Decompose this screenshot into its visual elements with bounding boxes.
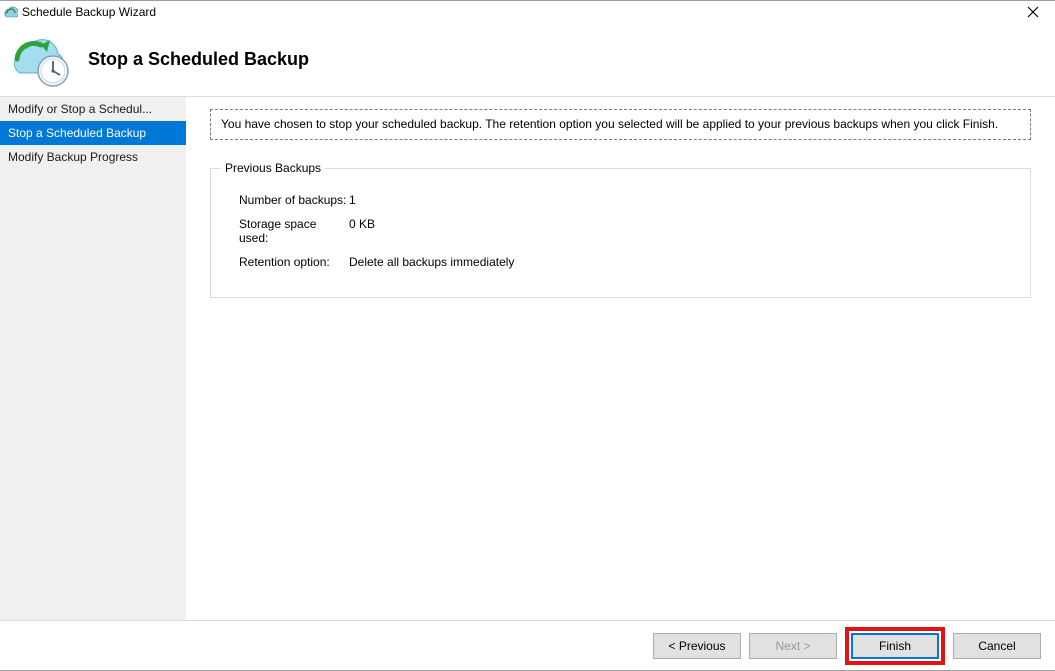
previous-button[interactable]: < Previous xyxy=(653,633,741,659)
row-storage-space: Storage space used: 0 KB xyxy=(239,217,1010,245)
wizard-content: You have chosen to stop your scheduled b… xyxy=(186,97,1055,620)
finish-highlight: Finish xyxy=(845,627,945,665)
wizard-body: Modify or Stop a Schedul... Stop a Sched… xyxy=(0,97,1055,620)
intro-text: You have chosen to stop your scheduled b… xyxy=(210,109,1031,140)
header-icon xyxy=(2,31,82,89)
sidebar-step-modify-progress[interactable]: Modify Backup Progress xyxy=(0,145,186,169)
sidebar-step-stop-scheduled[interactable]: Stop a Scheduled Backup xyxy=(0,121,186,145)
label-retention-option: Retention option: xyxy=(239,255,349,269)
label-number-of-backups: Number of backups: xyxy=(239,193,349,207)
row-number-of-backups: Number of backups: 1 xyxy=(239,193,1010,207)
label-storage-space: Storage space used: xyxy=(239,217,349,245)
sidebar-step-modify-or-stop[interactable]: Modify or Stop a Schedul... xyxy=(0,97,186,121)
finish-button[interactable]: Finish xyxy=(851,633,939,659)
wizard-header: Stop a Scheduled Backup xyxy=(0,23,1055,97)
next-button: Next > xyxy=(749,633,837,659)
row-retention-option: Retention option: Delete all backups imm… xyxy=(239,255,1010,269)
previous-backups-group: Previous Backups Number of backups: 1 St… xyxy=(210,168,1031,298)
group-legend: Previous Backups xyxy=(221,161,325,175)
window-title: Schedule Backup Wizard xyxy=(22,5,1013,19)
value-number-of-backups: 1 xyxy=(349,193,356,207)
wizard-steps-sidebar: Modify or Stop a Schedul... Stop a Sched… xyxy=(0,97,186,620)
cancel-button[interactable]: Cancel xyxy=(953,633,1041,659)
close-button[interactable] xyxy=(1013,2,1053,22)
page-title: Stop a Scheduled Backup xyxy=(82,49,309,70)
value-storage-space: 0 KB xyxy=(349,217,375,245)
wizard-footer: < Previous Next > Finish Cancel xyxy=(0,620,1055,670)
titlebar: Schedule Backup Wizard xyxy=(0,1,1055,23)
value-retention-option: Delete all backups immediately xyxy=(349,255,514,269)
app-icon xyxy=(2,4,18,20)
